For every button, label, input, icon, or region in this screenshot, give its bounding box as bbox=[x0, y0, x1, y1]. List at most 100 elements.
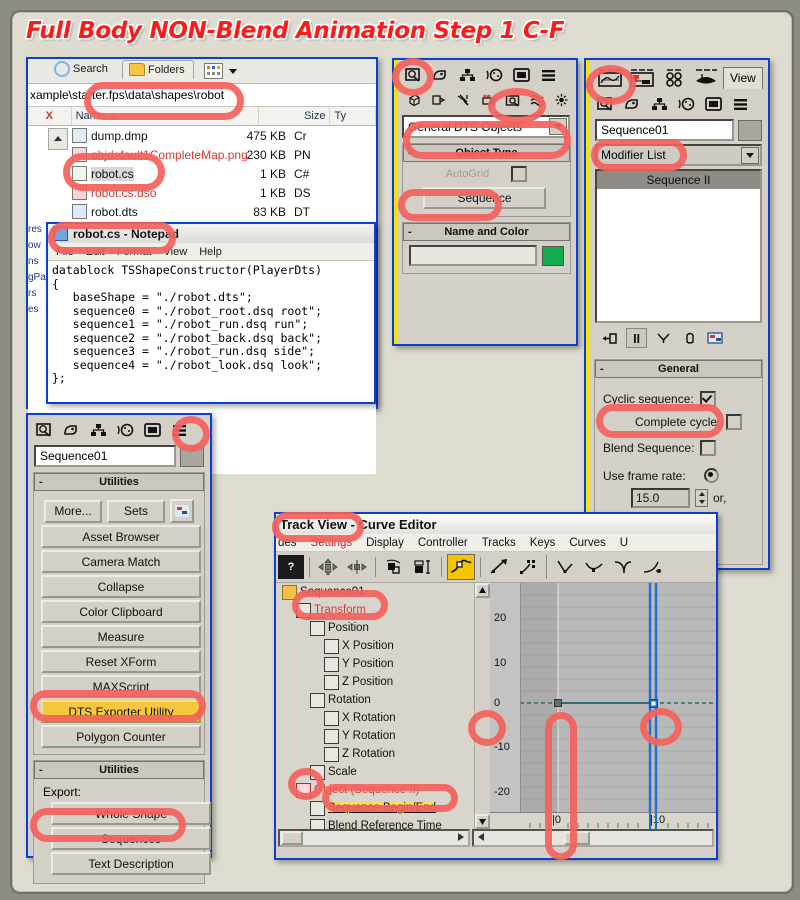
create-tab[interactable] bbox=[31, 418, 58, 442]
scroll-down-button[interactable] bbox=[475, 814, 490, 829]
menu-tracks[interactable]: Tracks bbox=[482, 537, 516, 549]
tree-horizontal-scrollbar[interactable] bbox=[278, 829, 470, 847]
curve-editor-icon[interactable] bbox=[595, 67, 625, 89]
color-clipboard-button[interactable]: Color Clipboard bbox=[41, 600, 201, 623]
object-name-input[interactable] bbox=[409, 245, 537, 266]
frame-rate-input[interactable]: 15.0 bbox=[631, 488, 690, 508]
list-item[interactable]: objdefault1CompleteMap.png 230 KB PN bbox=[28, 145, 376, 164]
list-item[interactable]: dump.dmp 475 KB Cr bbox=[28, 126, 376, 145]
display-tab[interactable] bbox=[700, 92, 727, 116]
menu-help[interactable]: Help bbox=[199, 246, 222, 258]
track-item[interactable]: X Rotation bbox=[276, 709, 474, 727]
measure-button[interactable]: Measure bbox=[41, 625, 201, 648]
menu-keys[interactable]: Keys bbox=[530, 537, 556, 549]
view-dropdown[interactable]: View bbox=[723, 66, 763, 89]
add-keys-icon[interactable] bbox=[447, 554, 475, 580]
general-header[interactable]: - General bbox=[595, 360, 762, 378]
utilities-tab[interactable] bbox=[166, 418, 193, 442]
configure-sets-icon[interactable] bbox=[706, 329, 725, 347]
address-bar[interactable]: xample\starter.fps\data\shapes\robot bbox=[28, 84, 376, 107]
track-item[interactable]: Object (Sequence II) bbox=[276, 781, 474, 799]
display-tab[interactable] bbox=[508, 63, 535, 87]
object-color-swatch[interactable] bbox=[180, 445, 204, 467]
tangent-linear-icon[interactable] bbox=[552, 555, 578, 579]
lights-icon[interactable] bbox=[451, 90, 476, 111]
track-item[interactable]: Transform bbox=[276, 601, 474, 619]
column-header-name[interactable]: Name bbox=[72, 107, 260, 125]
use-frame-rate-radio[interactable] bbox=[703, 468, 719, 483]
column-header-type[interactable]: Ty bbox=[330, 107, 376, 125]
maxscript-button[interactable]: MAXScript bbox=[41, 675, 201, 698]
menu-settings[interactable]: Settings bbox=[311, 537, 353, 549]
scroll-up-button[interactable] bbox=[475, 583, 490, 598]
shapes-icon[interactable] bbox=[427, 90, 452, 111]
modifier-stack-item[interactable]: Sequence II bbox=[597, 171, 760, 189]
move-keys-icon[interactable] bbox=[315, 555, 341, 579]
text-description-button[interactable]: Text Description bbox=[51, 852, 211, 875]
menu-curves[interactable]: Curves bbox=[569, 537, 605, 549]
list-item[interactable]: robot.cs 1 KB C# bbox=[28, 164, 376, 183]
track-item[interactable]: Y Rotation bbox=[276, 727, 474, 745]
motion-tab[interactable] bbox=[112, 418, 139, 442]
sequences-button[interactable]: Sequences bbox=[51, 827, 211, 850]
track-tree-scrollbar[interactable] bbox=[474, 583, 490, 829]
complete-cycle-checkbox[interactable] bbox=[726, 414, 743, 430]
hierarchy-tab[interactable] bbox=[454, 63, 481, 87]
pin-stack-icon[interactable] bbox=[600, 329, 619, 347]
scale-values-icon[interactable] bbox=[410, 555, 436, 579]
sets-button[interactable]: Sets bbox=[107, 499, 165, 523]
modify-tab[interactable] bbox=[427, 63, 454, 87]
list-item[interactable]: robot.dts 83 KB DT bbox=[28, 202, 376, 221]
asset-browser-button[interactable]: Asset Browser bbox=[41, 525, 201, 548]
menu-file[interactable]: File bbox=[56, 246, 74, 258]
modifier-stack[interactable]: Sequence II bbox=[595, 169, 762, 323]
material-editor-icon[interactable] bbox=[659, 67, 689, 89]
camera-match-button[interactable]: Camera Match bbox=[41, 550, 201, 573]
configure-button-sets-icon[interactable] bbox=[170, 499, 194, 523]
menu-edit[interactable]: Edit bbox=[86, 246, 105, 258]
time-ruler[interactable]: |0 |10 bbox=[490, 812, 716, 829]
track-item[interactable]: Y Position bbox=[276, 655, 474, 673]
track-item[interactable]: Blend Reference Time bbox=[276, 817, 474, 829]
utilities-tab[interactable] bbox=[727, 92, 754, 116]
create-tab[interactable] bbox=[592, 92, 619, 116]
track-item[interactable]: Sequence Begin/End bbox=[276, 799, 474, 817]
modify-tab[interactable] bbox=[619, 92, 646, 116]
track-item[interactable]: Z Position bbox=[276, 673, 474, 691]
modifier-list-dropdown[interactable]: Modifier List bbox=[595, 144, 762, 166]
tangent-step-icon[interactable] bbox=[610, 555, 636, 579]
object-name-input[interactable]: Sequence01 bbox=[34, 445, 176, 467]
hierarchy-tab[interactable] bbox=[85, 418, 112, 442]
menu-modes[interactable]: des bbox=[278, 537, 297, 549]
search-button[interactable]: Search bbox=[54, 61, 108, 77]
draw-curves-icon[interactable] bbox=[486, 555, 512, 579]
utilities-header[interactable]: - Utilities bbox=[34, 473, 204, 491]
column-header-size[interactable]: Size bbox=[259, 107, 331, 125]
track-item[interactable]: X Position bbox=[276, 637, 474, 655]
sequence-button[interactable]: Sequence bbox=[423, 187, 546, 209]
slide-keys-icon[interactable] bbox=[344, 555, 370, 579]
cyclic-sequence-checkbox[interactable] bbox=[699, 391, 716, 407]
views-button[interactable] bbox=[204, 63, 237, 79]
polygon-counter-button[interactable]: Polygon Counter bbox=[41, 725, 201, 748]
whole-shape-button[interactable]: Whole Shape bbox=[51, 802, 211, 825]
motion-tab[interactable] bbox=[481, 63, 508, 87]
collapse-button[interactable]: Collapse bbox=[41, 575, 201, 598]
frame-rate-spinner[interactable] bbox=[695, 489, 708, 507]
menu-format[interactable]: Format bbox=[117, 246, 152, 258]
track-item[interactable]: Z Rotation bbox=[276, 745, 474, 763]
chevron-down-icon[interactable] bbox=[549, 118, 567, 135]
curve-editor-graph[interactable]: 20 10 0 -10 -20 |0 |10 bbox=[490, 583, 716, 829]
tangent-smooth-icon[interactable] bbox=[581, 555, 607, 579]
dts-exporter-header[interactable]: - Utilities bbox=[34, 761, 204, 779]
display-tab[interactable] bbox=[139, 418, 166, 442]
object-color-swatch[interactable] bbox=[542, 245, 564, 266]
folders-button[interactable]: Folders bbox=[122, 60, 194, 79]
column-header-x[interactable]: X bbox=[28, 107, 72, 125]
hierarchy-tab[interactable] bbox=[646, 92, 673, 116]
show-end-result-icon[interactable] bbox=[626, 328, 647, 348]
utilities-tab[interactable] bbox=[535, 63, 562, 87]
space-warps-icon[interactable] bbox=[525, 90, 550, 111]
reduce-keys-icon[interactable] bbox=[515, 555, 541, 579]
helpers-icon[interactable] bbox=[500, 90, 525, 111]
